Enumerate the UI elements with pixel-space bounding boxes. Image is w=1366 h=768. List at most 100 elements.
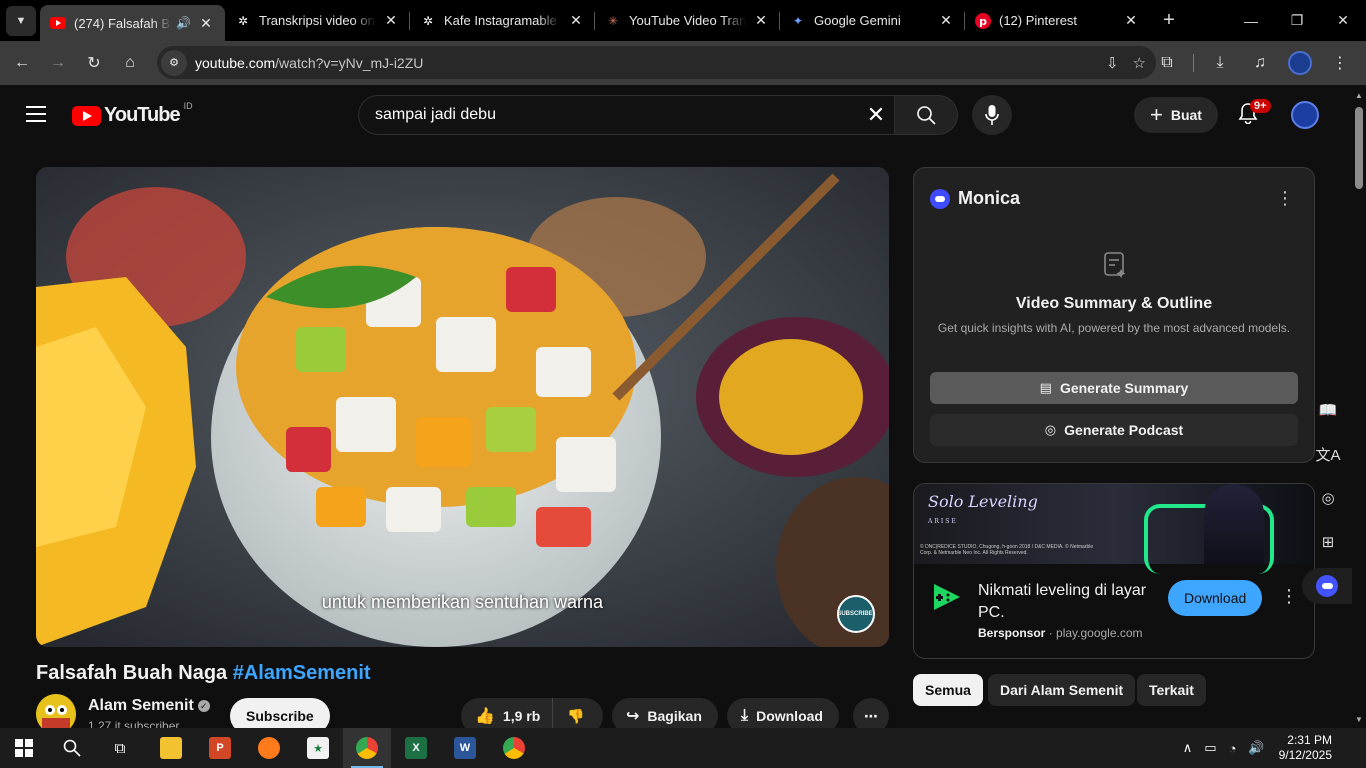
extensions-icon[interactable]: ⧉ xyxy=(1149,45,1185,81)
battery-icon[interactable]: ▭ xyxy=(1204,740,1216,756)
like-count: 1,9 rb xyxy=(502,708,541,724)
ad-more-icon[interactable]: ⋮ xyxy=(1280,586,1298,607)
voice-search-button[interactable] xyxy=(972,95,1012,135)
close-tab-icon[interactable]: ✕ xyxy=(1122,12,1140,29)
back-icon[interactable]: ← xyxy=(4,45,40,81)
file-explorer-icon[interactable] xyxy=(147,728,195,768)
browser-tab-gemini[interactable]: ✦ Google Gemini ✕ xyxy=(780,0,965,41)
start-button[interactable] xyxy=(0,728,48,768)
home-icon[interactable]: ⌂ xyxy=(112,45,148,81)
taskbar-search-icon[interactable] xyxy=(48,728,96,768)
monica-subtitle: Get quick insights with AI, powered by t… xyxy=(937,321,1291,335)
generate-summary-button[interactable]: ▤ Generate Summary xyxy=(930,372,1298,404)
claude-icon: ✳ xyxy=(607,13,619,28)
reload-icon[interactable]: ↻ xyxy=(76,45,112,81)
scrollbar-thumb[interactable] xyxy=(1355,107,1363,189)
download-icon: ⤓ xyxy=(741,707,749,724)
chevron-up-icon[interactable]: ∧ xyxy=(1183,740,1193,756)
search-input[interactable]: sampai jadi debu ✕ xyxy=(358,95,894,135)
monica-more-icon[interactable]: ⋮ xyxy=(1276,188,1294,209)
chip-dari-alam-semenit[interactable]: Dari Alam Semenit xyxy=(988,674,1136,706)
hashtag-link[interactable]: #AlamSemenit xyxy=(233,662,371,684)
sponsored-ad-card[interactable]: Solo Leveling ARISE © DNC|REDICE STUDIO, … xyxy=(913,483,1315,659)
close-window-icon[interactable]: ✕ xyxy=(1320,0,1366,41)
forward-icon[interactable]: → xyxy=(40,45,76,81)
monica-panel: Monica ⋮ Video Summary & Outline Get qui… xyxy=(913,167,1315,463)
logo-wordmark: YouTube xyxy=(104,104,181,126)
restore-icon[interactable]: ❐ xyxy=(1274,0,1320,41)
youtube-apps-icon[interactable]: ⊞ xyxy=(1314,528,1342,556)
system-tray: ∧ ▭ ◔ 🔊 2:31 PM 9/12/2025 xyxy=(1171,728,1366,768)
tab-title: YouTube Video Transcript xyxy=(629,13,746,28)
youtube-logo[interactable]: YouTube ID xyxy=(72,101,193,127)
volume-icon[interactable]: 🔊 xyxy=(1248,740,1264,756)
browser-tab-pinterest[interactable]: p (12) Pinterest ✕ xyxy=(965,0,1150,41)
monica-sidebar-toggle[interactable] xyxy=(1302,568,1352,604)
download-label: Download xyxy=(756,708,823,724)
page-scrollbar[interactable]: ▲ ▼ xyxy=(1352,85,1366,728)
menu-icon[interactable] xyxy=(26,106,46,122)
channel-watermark[interactable]: SUBSCRIBE! xyxy=(837,595,875,633)
create-button[interactable]: + Buat xyxy=(1134,97,1218,133)
account-avatar[interactable] xyxy=(1291,101,1319,129)
channel-name[interactable]: Alam Semenit ✓ xyxy=(88,697,210,715)
create-label: Buat xyxy=(1170,107,1202,123)
dislike-button[interactable]: 👎 xyxy=(553,708,598,725)
install-app-icon[interactable]: ⇩ xyxy=(1106,54,1119,72)
browser-tab-youtube[interactable]: (274) Falsafah Buah Naga #AlamSemenit 🔊 … xyxy=(40,5,225,41)
task-view-icon[interactable]: ⧉ xyxy=(96,728,144,768)
ad-banner-image[interactable]: Solo Leveling ARISE © DNC|REDICE STUDIO, … xyxy=(914,484,1314,574)
google-play-games-icon xyxy=(930,580,964,614)
firefox-icon[interactable] xyxy=(245,728,293,768)
search-button[interactable] xyxy=(894,95,958,135)
url-text[interactable]: youtube.com/watch?v=yNv_mJ-i2ZU xyxy=(195,55,423,71)
minimize-icon[interactable]: — xyxy=(1228,0,1274,41)
ad-headline[interactable]: Nikmati leveling di layar PC. xyxy=(978,580,1158,624)
browser-tab-transkripsi[interactable]: ✲ Transkripsi video online ✕ xyxy=(225,0,410,41)
chip-semua[interactable]: Semua xyxy=(913,674,983,706)
bookmark-star-icon[interactable]: ☆ xyxy=(1133,54,1146,72)
close-tab-icon[interactable]: ✕ xyxy=(752,12,770,29)
chrome-menu-icon[interactable]: ⋮ xyxy=(1322,45,1358,81)
monica-logo-icon xyxy=(930,188,950,209)
downloads-icon[interactable]: ⤓ xyxy=(1202,45,1238,81)
browser-tab-kafe[interactable]: ✲ Kafe Instagramable Favorit ✕ xyxy=(410,0,595,41)
site-info-icon[interactable]: ⚙ xyxy=(161,49,187,76)
profile-avatar[interactable] xyxy=(1282,45,1318,81)
tab-search-button[interactable]: ▼ xyxy=(6,5,36,36)
close-tab-icon[interactable]: ✕ xyxy=(567,12,585,29)
new-tab-button[interactable]: + xyxy=(1154,9,1184,32)
reader-book-icon[interactable]: 📖 xyxy=(1314,396,1342,424)
clear-search-icon[interactable]: ✕ xyxy=(858,102,894,128)
window-controls: — ❐ ✕ xyxy=(1228,0,1366,41)
ad-banner-logo: Solo Leveling ARISE xyxy=(928,492,1038,526)
close-tab-icon[interactable]: ✕ xyxy=(382,12,400,29)
chip-terkait[interactable]: Terkait xyxy=(1137,674,1206,706)
address-bar[interactable]: ⚙ youtube.com/watch?v=yNv_mJ-i2ZU ⇩ ☆ xyxy=(157,46,1156,79)
ad-download-button[interactable]: Download xyxy=(1168,580,1263,616)
speaker-icon[interactable]: 🔊 xyxy=(176,16,191,30)
video-player[interactable]: untuk memberikan sentuhan warna SUBSCRIB… xyxy=(36,167,889,647)
generate-podcast-button[interactable]: ◎ Generate Podcast xyxy=(930,414,1298,446)
video-frame-fruit-bowl xyxy=(36,167,889,647)
pinned-app-star-icon[interactable]: ★ xyxy=(294,728,342,768)
media-control-icon[interactable]: ♫ xyxy=(1242,45,1278,81)
excel-icon[interactable]: X xyxy=(392,728,440,768)
openai-icon: ✲ xyxy=(237,13,249,28)
video-title-text: Falsafah Buah Naga xyxy=(36,662,228,684)
podcast-rail-icon[interactable]: ◎ xyxy=(1314,484,1342,512)
powerpoint-icon[interactable]: P xyxy=(196,728,244,768)
translate-icon[interactable]: 文A xyxy=(1314,440,1342,468)
wifi-icon[interactable]: ◔ xyxy=(1229,741,1237,756)
word-icon[interactable]: W xyxy=(441,728,489,768)
close-tab-icon[interactable]: ✕ xyxy=(937,12,955,29)
chrome-profile-taskbar-icon[interactable] xyxy=(490,728,538,768)
notification-badge: 9+ xyxy=(1250,99,1271,113)
microphone-icon xyxy=(985,105,999,125)
pinterest-icon: p xyxy=(975,12,991,29)
taskbar-clock[interactable]: 2:31 PM 9/12/2025 xyxy=(1279,733,1332,763)
close-tab-icon[interactable]: ✕ xyxy=(197,15,215,32)
tab-title: Google Gemini xyxy=(814,13,901,28)
browser-tab-transcript[interactable]: ✳ YouTube Video Transcript ✕ xyxy=(595,0,780,41)
chrome-taskbar-icon[interactable] xyxy=(343,728,391,768)
